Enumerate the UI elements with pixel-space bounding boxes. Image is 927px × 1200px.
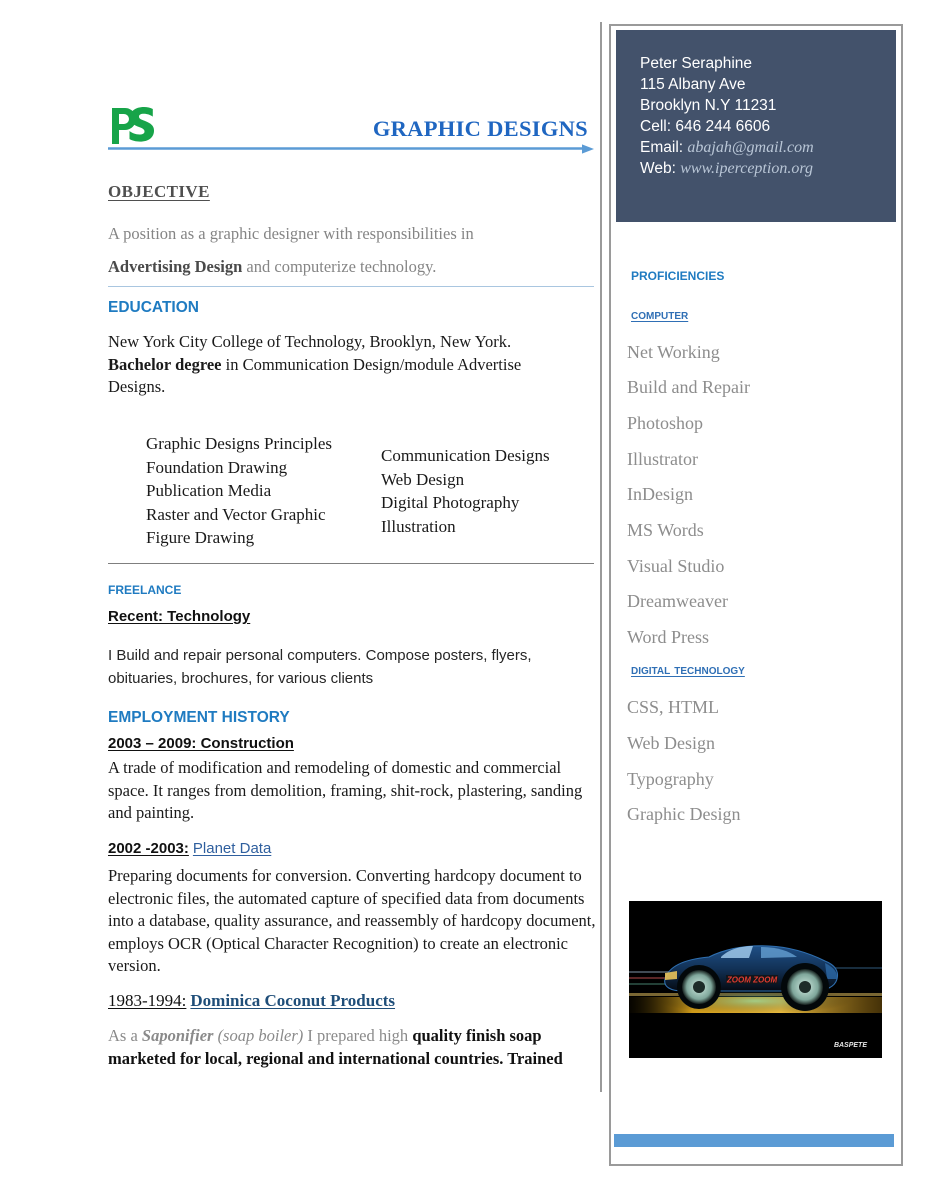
contact-web-label: Web: <box>640 160 676 177</box>
freelance-subheading-wrap: Recent: Technology <box>108 608 250 626</box>
education-degree-bold: Bachelor degree <box>108 354 222 374</box>
bottom-accent-bar <box>614 1134 894 1147</box>
skill-item: CSS, HTML <box>627 697 720 717</box>
job-0-body: A trade of modification and remodeling o… <box>108 758 583 822</box>
job-1-period: 2002 -2003: <box>108 840 189 857</box>
column-divider <box>600 22 602 1092</box>
course-list-right: Communication Designs Web Design Digital… <box>381 444 550 538</box>
freelance-body-line2: obituaries, brochures, for various clien… <box>108 670 374 687</box>
contact-city: Brooklyn N.Y 11231 <box>640 97 777 114</box>
resume-page: GRAPHIC DESIGNS OBJECTIVE A position as … <box>0 0 927 1200</box>
proficiencies-group-computer-label: COMPUTER <box>631 307 689 323</box>
education-detail: New York City College of Technology, Bro… <box>108 331 600 399</box>
freelance-body: I Build and repair personal computers. C… <box>108 644 600 690</box>
contact-cell-label: Cell: <box>640 118 672 135</box>
education-school: New York City College of Technology, Bro… <box>108 332 512 351</box>
course-item: Communication Designs <box>381 446 550 465</box>
freelance-body-line1: I Build and repair personal computers. C… <box>108 647 532 664</box>
course-item: Graphic Designs Principles <box>146 434 333 453</box>
skill-item: Photoshop <box>627 413 704 433</box>
objective-heading: OBJECTIVE <box>108 182 210 201</box>
freelance-subheading: Recent: Technology <box>108 608 251 625</box>
proficiencies-group-digital-label: DIGITAL TECHNOLOGY <box>631 662 745 678</box>
course-item: Web Design <box>381 469 465 489</box>
course-item: Illustration <box>381 516 456 536</box>
course-list-left: Graphic Designs Principles Foundation Dr… <box>146 432 332 550</box>
job-1-company[interactable]: Planet Data <box>193 840 271 857</box>
skill-item: Word Press <box>627 627 710 647</box>
skill-item: Illustrator <box>627 449 698 469</box>
objective-line-2-bold: Advertising Design <box>108 257 243 276</box>
education-heading: EDUCATION <box>108 299 199 316</box>
skill-item: Graphic Design <box>627 804 741 824</box>
contact-email-value[interactable]: abajah@gmail.com <box>687 139 813 156</box>
course-item: Foundation Drawing <box>146 457 288 477</box>
skill-item: Net Working <box>627 342 720 362</box>
contact-address: 115 Albany Ave <box>640 76 746 93</box>
car-door-text: ZOOM ZOOM <box>726 976 778 985</box>
contact-cell-value: 646 244 6606 <box>675 118 771 135</box>
course-item: Digital Photography <box>381 493 520 512</box>
proficiencies-title: PROFICIENCIES <box>631 265 725 284</box>
job-1-body: Preparing documents for conversion. Conv… <box>108 866 596 975</box>
document-title: GRAPHIC DESIGNS <box>372 116 588 141</box>
job-2-body-p4: I prepared high <box>303 1026 413 1045</box>
skill-item: Visual Studio <box>627 556 725 576</box>
contact-panel: Peter Seraphine 115 Albany Ave Brooklyn … <box>616 30 896 222</box>
skill-item: InDesign <box>627 484 693 504</box>
job-2-company[interactable]: Dominica Coconut Products <box>190 991 395 1010</box>
objective-line-2: Advertising Design and computerize techn… <box>108 257 436 277</box>
job-2-period: 1983-1994: <box>108 991 187 1010</box>
objective-line-2-rest: and computerize technology. <box>242 257 437 276</box>
course-item: Figure Drawing <box>146 528 255 547</box>
contact-email-label: Email: <box>640 139 684 156</box>
job-2-body: As a Saponifier (soap boiler) I prepared… <box>108 1025 600 1070</box>
education-degree-line3: Designs. <box>108 377 166 396</box>
artwork-signature: BASPETE <box>834 1042 867 1049</box>
job-2-body-p2: Saponifier <box>141 1026 214 1045</box>
education-degree-rest: in Communication Design/module Advertise <box>221 354 522 374</box>
contact-lines: Peter Seraphine 115 Albany Ave Brooklyn … <box>640 53 814 179</box>
employment-heading: EMPLOYMENT HISTORY <box>108 709 290 726</box>
skill-item: Web Design <box>627 733 716 753</box>
job-1-header: 2002 -2003: Planet Data <box>108 840 271 858</box>
masthead: GRAPHIC DESIGNS <box>108 104 594 156</box>
skill-item: Build and Repair <box>627 377 750 397</box>
ps-monogram-logo <box>112 107 154 144</box>
course-item: Raster and Vector Graphic <box>146 504 326 524</box>
course-item: Publication Media <box>146 481 272 500</box>
rule-above-education <box>108 286 594 287</box>
objective-line-1: A position as a graphic designer with re… <box>108 224 474 243</box>
job-0-header: 2003 – 2009: Construction <box>108 735 294 753</box>
main-column: GRAPHIC DESIGNS OBJECTIVE A position as … <box>0 0 600 1200</box>
contact-web-value[interactable]: www.iperception.org <box>680 160 813 177</box>
skill-item: MS Words <box>627 520 704 540</box>
skill-item: Dreamweaver <box>627 591 728 611</box>
title-arrow-rule <box>108 144 594 154</box>
car-artwork: ZOOM ZOOM BASPETE <box>629 901 882 1058</box>
contact-web: Web: www.iperception.org <box>640 158 814 179</box>
contact-email: Email: abajah@gmail.com <box>640 137 814 158</box>
job-0-period: 2003 – 2009: Construction <box>108 735 294 752</box>
contact-cell: Cell: 646 244 6606 <box>640 116 814 137</box>
freelance-heading: FREELANCE <box>108 579 182 598</box>
job-2-body-p3: (soap boiler) <box>213 1026 304 1045</box>
sports-car-illustration: ZOOM ZOOM BASPETE <box>629 901 882 1058</box>
skill-item: Typography <box>627 769 714 789</box>
rule-above-freelance <box>108 563 594 564</box>
job-2-header: 1983-1994: Dominica Coconut Products <box>108 991 395 1011</box>
job-2-body-p1: As a <box>108 1026 142 1045</box>
contact-name: Peter Seraphine <box>640 55 753 72</box>
